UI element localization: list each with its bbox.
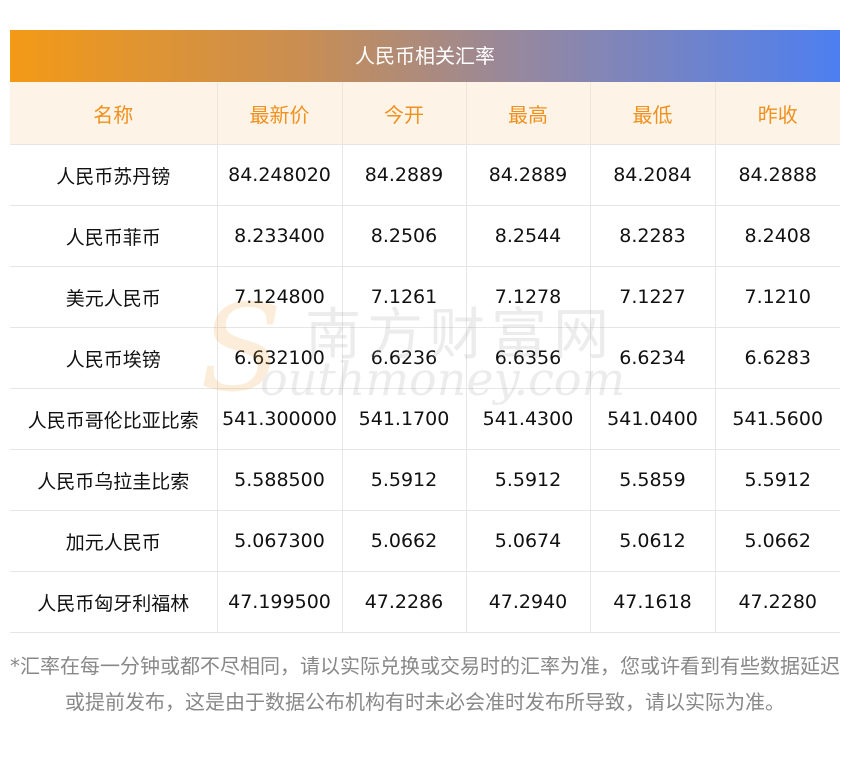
cell-name: 人民币苏丹镑: [10, 144, 217, 206]
cell-high: 7.1278: [465, 266, 590, 328]
exchange-rate-table: 名称 最新价 今开 最高 最低 昨收 人民币苏丹镑 84.248020 84.2…: [10, 82, 840, 633]
cell-open: 5.5912: [341, 449, 466, 511]
table-row: 人民币埃镑 6.632100 6.6236 6.6356 6.6234 6.62…: [10, 327, 840, 389]
cell-name: 人民币埃镑: [10, 327, 217, 389]
column-header-prev-close: 昨收: [714, 82, 840, 145]
cell-open: 6.6236: [341, 327, 466, 389]
table-row: 美元人民币 7.124800 7.1261 7.1278 7.1227 7.12…: [10, 266, 840, 328]
cell-open: 84.2889: [341, 144, 466, 206]
cell-low: 5.0612: [589, 510, 715, 572]
cell-name: 人民币哥伦比亚比索: [10, 388, 217, 450]
cell-latest: 541.300000: [216, 388, 342, 450]
cell-name: 美元人民币: [10, 266, 217, 328]
cell-prev-close: 7.1210: [714, 266, 840, 328]
cell-low: 541.0400: [589, 388, 715, 450]
cell-high: 541.4300: [465, 388, 590, 450]
cell-high: 5.0674: [465, 510, 590, 572]
cell-latest: 7.124800: [216, 266, 342, 328]
cell-prev-close: 5.0662: [714, 510, 840, 572]
cell-open: 7.1261: [341, 266, 466, 328]
table-row: 人民币哥伦比亚比索 541.300000 541.1700 541.4300 5…: [10, 388, 840, 450]
cell-high: 47.2940: [465, 571, 590, 633]
column-header-low: 最低: [589, 82, 715, 145]
cell-prev-close: 47.2280: [714, 571, 840, 633]
cell-prev-close: 6.6283: [714, 327, 840, 389]
cell-low: 6.6234: [589, 327, 715, 389]
column-header-latest: 最新价: [216, 82, 342, 145]
cell-latest: 6.632100: [216, 327, 342, 389]
cell-low: 47.1618: [589, 571, 715, 633]
cell-low: 7.1227: [589, 266, 715, 328]
table-header-row: 名称 最新价 今开 最高 最低 昨收: [10, 82, 840, 145]
cell-name: 人民币乌拉圭比索: [10, 449, 217, 511]
column-header-open: 今开: [341, 82, 466, 145]
cell-high: 5.5912: [465, 449, 590, 511]
cell-low: 8.2283: [589, 205, 715, 267]
table-row: 加元人民币 5.067300 5.0662 5.0674 5.0612 5.06…: [10, 510, 840, 572]
cell-latest: 8.233400: [216, 205, 342, 267]
cell-low: 84.2084: [589, 144, 715, 206]
cell-name: 人民币匈牙利福林: [10, 571, 217, 633]
page-title: 人民币相关汇率: [10, 30, 840, 82]
cell-high: 8.2544: [465, 205, 590, 267]
cell-low: 5.5859: [589, 449, 715, 511]
cell-prev-close: 84.2888: [714, 144, 840, 206]
disclaimer-note: *汇率在每一分钟或都不尽相同，请以实际兑换或交易时的汇率为准，您或许看到有些数据…: [10, 654, 840, 714]
column-header-high: 最高: [465, 82, 590, 145]
cell-prev-close: 541.5600: [714, 388, 840, 450]
cell-open: 8.2506: [341, 205, 466, 267]
cell-name: 人民币菲币: [10, 205, 217, 267]
cell-high: 6.6356: [465, 327, 590, 389]
cell-open: 5.0662: [341, 510, 466, 572]
cell-latest: 84.248020: [216, 144, 342, 206]
table-row: 人民币乌拉圭比索 5.588500 5.5912 5.5912 5.5859 5…: [10, 449, 840, 511]
cell-open: 47.2286: [341, 571, 466, 633]
table-row: 人民币匈牙利福林 47.199500 47.2286 47.2940 47.16…: [10, 571, 840, 633]
cell-prev-close: 8.2408: [714, 205, 840, 267]
cell-latest: 5.067300: [216, 510, 342, 572]
cell-name: 加元人民币: [10, 510, 217, 572]
cell-latest: 47.199500: [216, 571, 342, 633]
table-row: 人民币菲币 8.233400 8.2506 8.2544 8.2283 8.24…: [10, 205, 840, 267]
cell-open: 541.1700: [341, 388, 466, 450]
cell-prev-close: 5.5912: [714, 449, 840, 511]
table-row: 人民币苏丹镑 84.248020 84.2889 84.2889 84.2084…: [10, 144, 840, 206]
cell-latest: 5.588500: [216, 449, 342, 511]
cell-high: 84.2889: [465, 144, 590, 206]
column-header-name: 名称: [10, 82, 217, 145]
